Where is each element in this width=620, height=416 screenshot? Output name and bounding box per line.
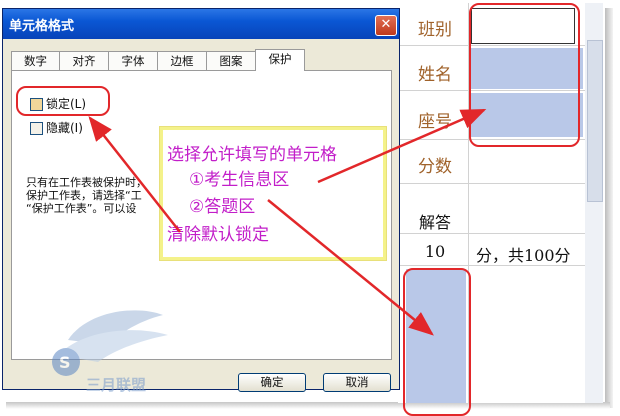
watermark-text: 三月联盟	[86, 376, 146, 394]
watermark-logo: S 三月联盟	[52, 310, 168, 394]
arrow-to-info-area	[317, 108, 487, 184]
arrow-to-answer-area	[267, 199, 434, 336]
tab-protection[interactable]: 保护	[255, 49, 305, 71]
svg-text:S: S	[59, 353, 71, 372]
arrow-to-locked	[88, 116, 181, 233]
